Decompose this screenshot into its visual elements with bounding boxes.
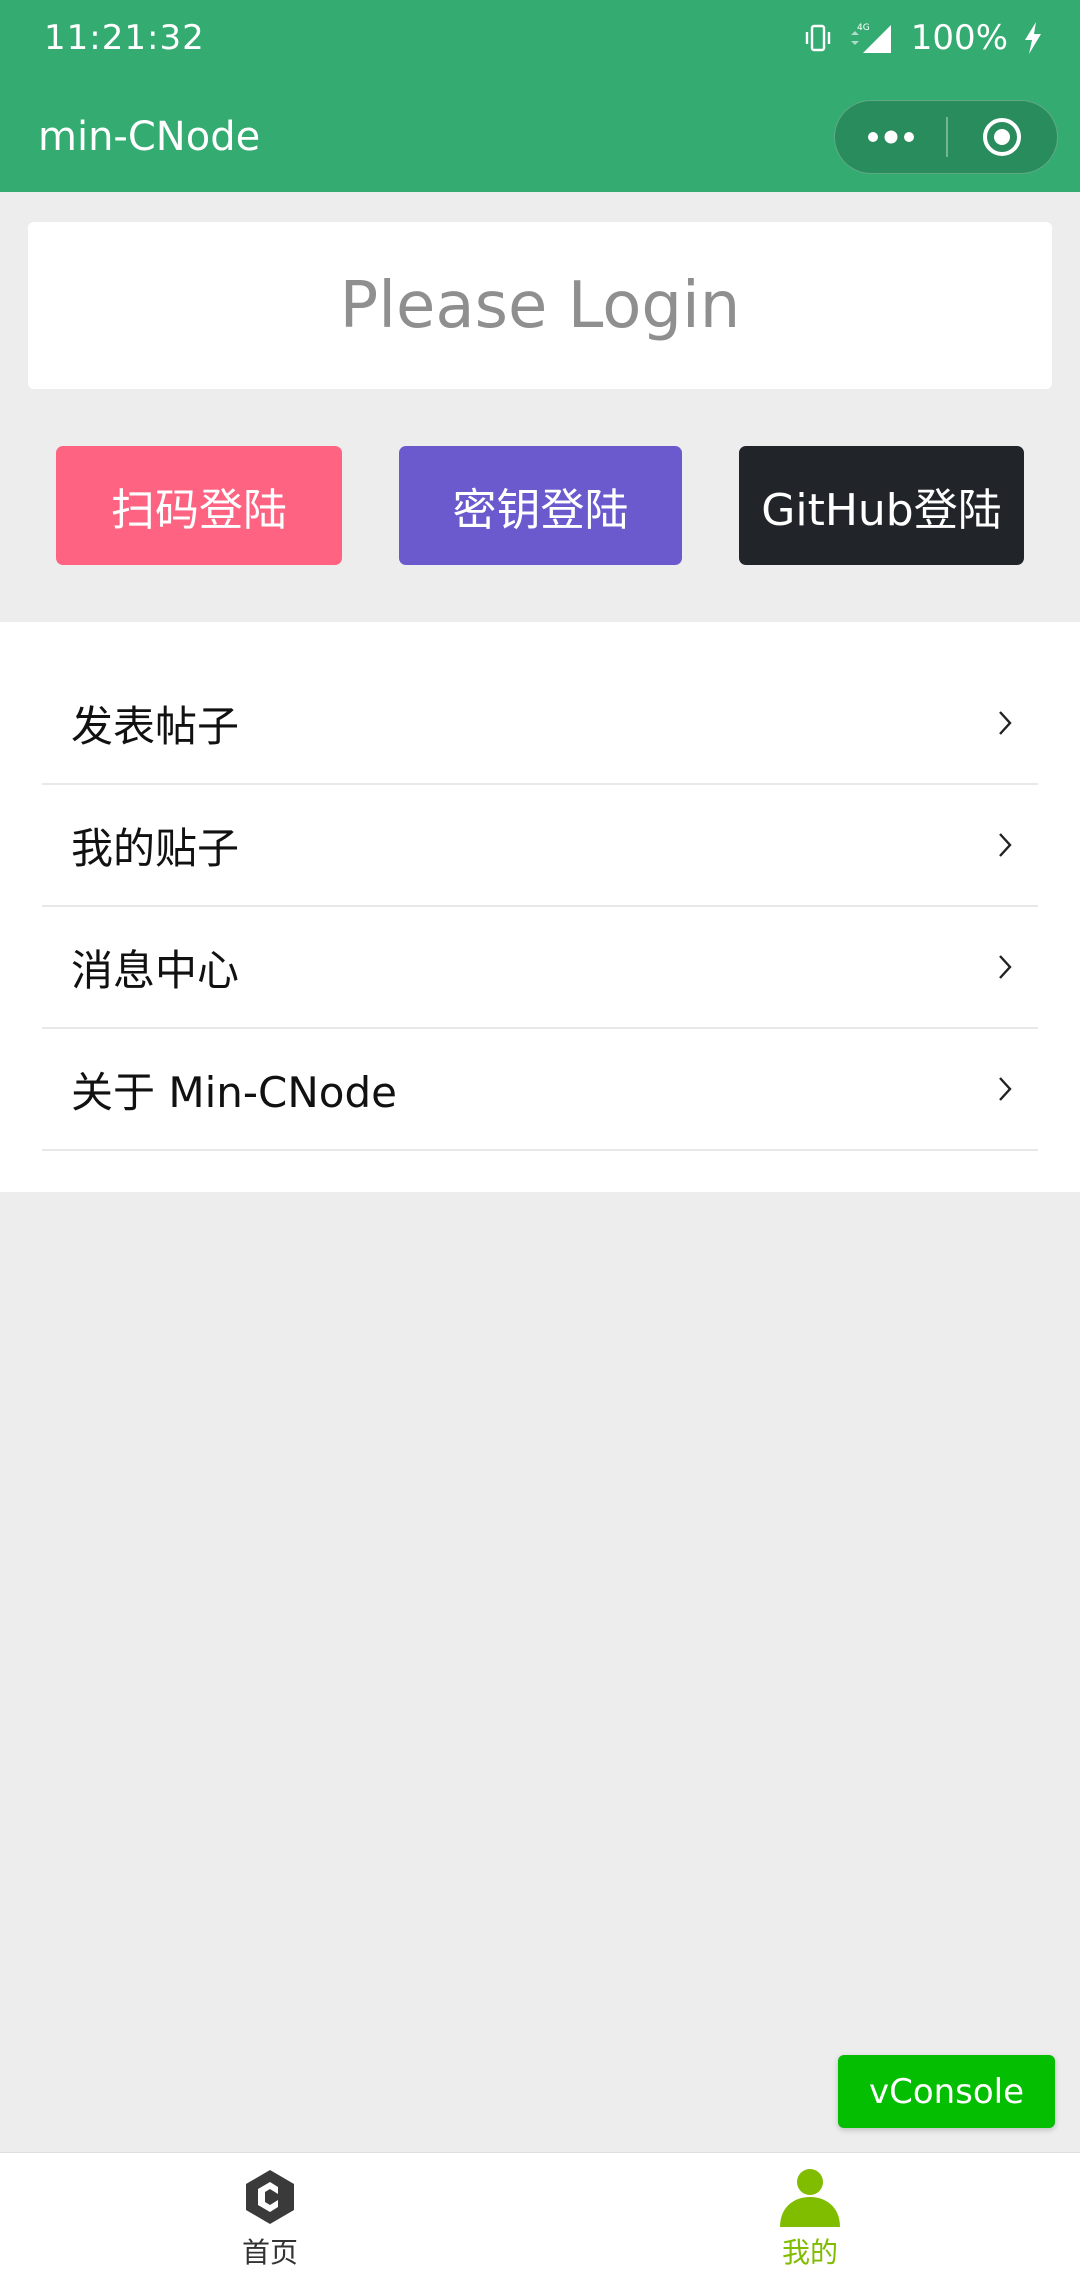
tab-label: 首页 [241, 2236, 298, 2269]
nav-title: min-CNode [38, 114, 261, 160]
app-header: 11:21:32 4G 100% min-CNode [0, 0, 1080, 192]
github-login-button[interactable]: GitHub登陆 [739, 446, 1024, 565]
login-title: Please Login [339, 268, 741, 343]
chevron-right-icon [999, 1077, 1012, 1101]
target-close-icon [982, 118, 1021, 156]
chevron-right-icon [999, 833, 1012, 857]
tab-home[interactable]: 首页 [0, 2153, 540, 2280]
tab-mine[interactable]: 我的 [540, 2153, 1080, 2280]
scan-login-button[interactable]: 扫码登陆 [56, 446, 342, 565]
login-card: Please Login [28, 222, 1052, 389]
menu-item-label: 我的贴子 [71, 823, 240, 873]
chevron-right-icon [999, 955, 1012, 979]
user-icon [780, 2169, 840, 2227]
status-time: 11:21:32 [44, 18, 205, 58]
menu-item-about[interactable]: 关于 Min-CNode [42, 1029, 1038, 1151]
login-buttons: 扫码登陆 密钥登陆 GitHub登陆 [0, 446, 1080, 565]
cnode-logo-icon [246, 2170, 294, 2224]
menu-item-label: 消息中心 [71, 945, 240, 995]
battery-level: 100% [910, 18, 1008, 58]
menu-item-my-posts[interactable]: 我的贴子 [42, 785, 1038, 907]
more-button[interactable] [835, 101, 946, 173]
chevron-right-icon [999, 711, 1012, 735]
charging-icon [1022, 21, 1044, 55]
vibrate-icon [803, 23, 833, 53]
signal-icon: 4G [847, 21, 897, 55]
vconsole-button[interactable]: vConsole [838, 2055, 1055, 2128]
menu-item-label: 关于 Min-CNode [71, 1067, 397, 1117]
menu-item-new-post[interactable]: 发表帖子 [42, 663, 1038, 785]
more-dots-icon [867, 130, 914, 144]
menu-list: 发表帖子 我的贴子 消息中心 关于 Min-CNode [0, 622, 1080, 1192]
mini-program-capsule [834, 100, 1058, 174]
menu-item-label: 发表帖子 [71, 701, 240, 751]
close-button[interactable] [946, 101, 1057, 173]
key-login-button[interactable]: 密钥登陆 [399, 446, 682, 565]
screen: 11:21:32 4G 100% min-CNode Please Login … [0, 0, 1080, 2280]
tab-label: 我的 [781, 2236, 838, 2269]
menu-item-messages[interactable]: 消息中心 [42, 907, 1038, 1029]
tab-bar: 首页 我的 [0, 2152, 1080, 2280]
network-label: 4G [857, 23, 870, 33]
status-icons: 4G 100% [803, 18, 1044, 58]
status-bar: 11:21:32 4G 100% [0, 0, 1080, 80]
